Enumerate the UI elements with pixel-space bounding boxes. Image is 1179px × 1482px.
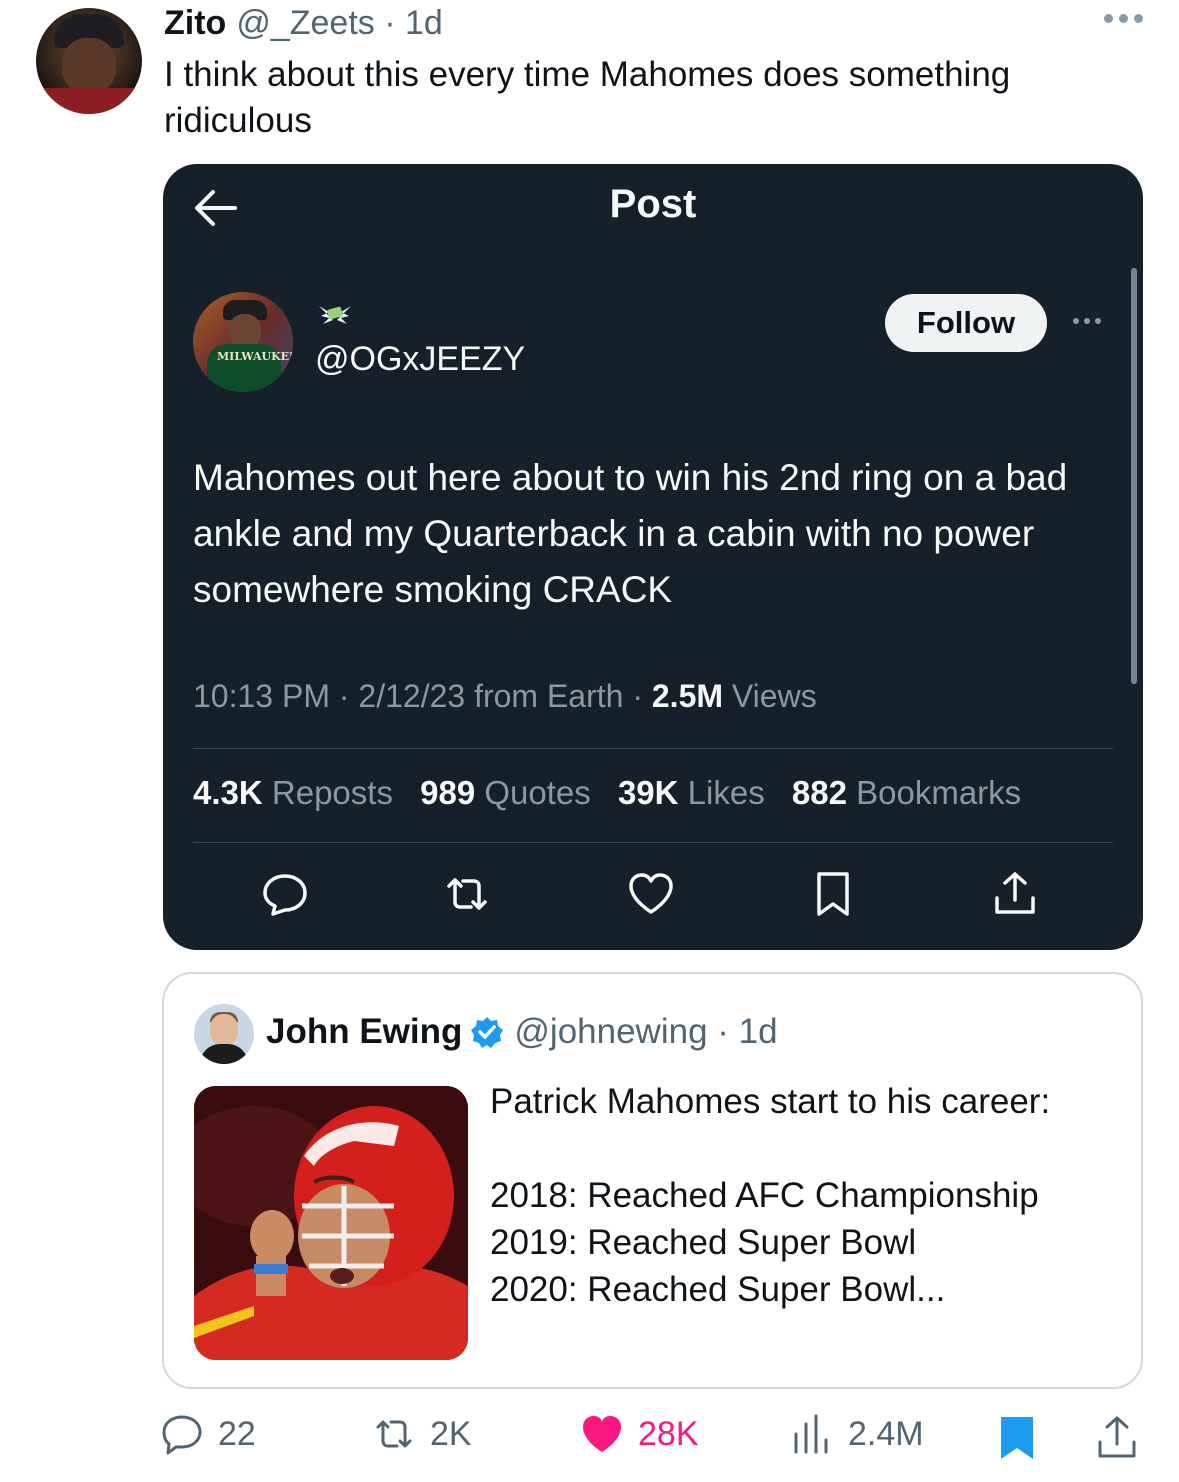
verified-badge-icon — [471, 1017, 504, 1048]
engagement-stats: 4.3K Reposts 989 Quotes 39K Likes 882 Bo… — [193, 774, 1039, 812]
money-wings-emoji-icon — [319, 306, 351, 324]
quoted-tweet[interactable]: John Ewing @johnewing · 1d Patrick Mahom… — [162, 972, 1143, 1389]
quoted-tweet-header: John Ewing @johnewing · 1d — [266, 1012, 778, 1052]
views-chart-icon — [794, 1414, 828, 1454]
author-avatar[interactable] — [36, 8, 142, 114]
reposts-stat: 4.3K Reposts — [193, 774, 393, 811]
tweet-text: I think about this every time Mahomes do… — [164, 55, 1011, 140]
views-button[interactable]: 2.4M — [790, 1412, 924, 1456]
embedded-screenshot[interactable]: Post MILWAUKEE @OGxJEEZY Follow Mahomes … — [163, 164, 1143, 950]
like-count: 28K — [638, 1414, 699, 1453]
mahomes-photo — [194, 1086, 468, 1360]
scrollbar — [1131, 268, 1137, 684]
repost-icon — [447, 878, 487, 910]
author-handle[interactable]: @_Zeets · 1d — [236, 4, 443, 43]
share-icon[interactable] — [1094, 1414, 1140, 1460]
follow-button: Follow — [885, 294, 1047, 352]
jeezy-avatar: MILWAUKEE — [193, 292, 293, 392]
embedded-post-text: Mahomes out here about to win his 2nd ri… — [193, 457, 1068, 610]
quoted-author-name: John Ewing — [266, 1012, 463, 1051]
reply-button[interactable]: 22 — [160, 1412, 256, 1456]
repost-button[interactable]: 2K — [372, 1412, 472, 1456]
more-options-icon[interactable] — [1104, 14, 1143, 23]
quoted-author-avatar — [194, 1004, 254, 1064]
jeezy-handle: @OGxJEEZY — [315, 340, 526, 378]
quoted-tweet-text: Patrick Mahomes start to his career: 201… — [490, 1082, 1051, 1309]
post-timestamp: 10:13 PM · 2/12/23 from Earth · 2.5M Vie… — [193, 678, 817, 714]
screen-title: Post — [609, 182, 697, 226]
divider — [193, 748, 1113, 749]
repost-count: 2K — [430, 1414, 472, 1453]
quotes-stat: 989 Quotes — [420, 774, 591, 811]
reply-count: 22 — [218, 1414, 256, 1453]
reply-icon — [162, 1415, 202, 1455]
bookmark-filled-icon[interactable] — [998, 1414, 1036, 1462]
bookmarks-stat: 882 Bookmarks — [791, 774, 1022, 811]
jersey-text: MILWAUKEE — [217, 350, 293, 363]
like-icon — [629, 873, 673, 914]
views-count: 2.5M — [651, 678, 724, 714]
share-icon — [995, 872, 1035, 914]
tweet-age: 1d — [405, 4, 443, 42]
views-count: 2.4M — [848, 1414, 924, 1453]
quoted-author-meta: @johnewing · 1d — [514, 1012, 778, 1051]
tweet-action-bar: 22 2K 28K 2.4M — [0, 1402, 1179, 1472]
reply-icon — [263, 874, 307, 916]
bookmark-icon — [817, 872, 849, 916]
divider — [193, 842, 1113, 843]
likes-stat: 39K Likes — [617, 774, 765, 811]
tweet-header: Zito @_Zeets · 1d — [164, 4, 443, 44]
repost-icon — [376, 1420, 412, 1448]
embedded-action-row — [163, 868, 1143, 928]
like-filled-icon — [583, 1416, 621, 1452]
more-options-icon — [1073, 318, 1101, 324]
author-name[interactable]: Zito — [164, 4, 226, 43]
like-button[interactable]: 28K — [580, 1412, 699, 1456]
